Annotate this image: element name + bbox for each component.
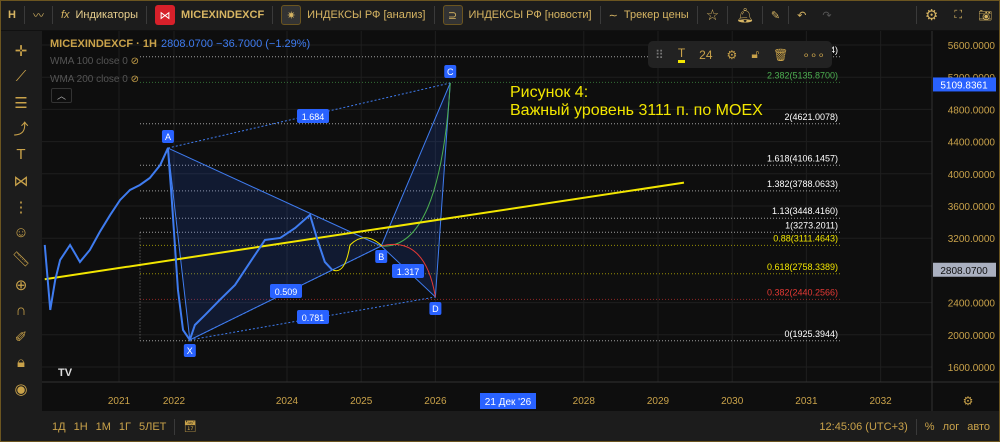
eye-off-icon[interactable]: ⊘: [131, 74, 139, 85]
range-1d[interactable]: 1Д: [52, 421, 66, 433]
y-tick-label: 2400.0000: [948, 299, 996, 310]
range-1y[interactable]: 1Г: [119, 421, 131, 433]
drag-handle-icon[interactable]: ⠿: [655, 48, 664, 62]
crosshair-price-tag: 5109.8361: [940, 80, 988, 91]
ratio-label: 0.781: [302, 313, 325, 323]
pattern-point-C: C: [447, 67, 454, 77]
y-tick-label: 4400.0000: [948, 138, 996, 149]
range-5y[interactable]: 5ЛЕТ: [139, 421, 166, 433]
wma100-indicator[interactable]: WMA 100 close 0 ⊘: [50, 56, 139, 67]
x-tick-label: 2032: [869, 396, 892, 407]
y-tick-label: 1600.0000: [948, 363, 996, 374]
x-tick-label: 2024: [276, 396, 299, 407]
chart-legend: MICEXINDEXCF · 1Н 2808.0700 −36.7000 (−1.…: [50, 38, 310, 50]
pattern-point-A: A: [165, 132, 171, 142]
x-tick-label: 2026: [424, 396, 447, 407]
legend-symbol: MICEXINDEXCF · 1Н: [50, 38, 157, 50]
annotation-line1: Рисунок 4:: [510, 84, 589, 101]
goto-date-icon[interactable]: 📅︎: [183, 420, 197, 433]
tradingview-logo: TV: [58, 367, 73, 379]
y-tick-label: 5600.0000: [948, 41, 996, 52]
fib-level-label: 1.382(3788.0633): [767, 179, 838, 189]
more-icon[interactable]: ∘∘∘: [802, 48, 825, 62]
pattern-point-D: D: [432, 304, 439, 314]
pattern-point-B: B: [378, 252, 384, 262]
y-tick-label: 3600.0000: [948, 202, 996, 213]
wma200-label: WMA 200 close 0: [50, 74, 128, 85]
fib-level-label: 2(4621.0078): [784, 112, 838, 122]
gear-icon[interactable]: ⚙: [727, 48, 738, 62]
x-tick-label: 2029: [647, 396, 670, 407]
fib-level-label: 0.88(3111.4643): [773, 233, 838, 243]
auto-toggle[interactable]: авто: [967, 421, 990, 433]
ratio-label: 0.509: [275, 287, 298, 297]
x-tick-label: 2028: [573, 396, 596, 407]
clock-time[interactable]: 12:45:06 (UTC+3): [819, 421, 907, 433]
fib-level-label: 1.618(4106.1457): [767, 153, 838, 163]
collapse-legend-button[interactable]: ︿: [51, 88, 72, 103]
y-tick-label: 2000.0000: [948, 331, 996, 342]
chart-annotation[interactable]: Рисунок 4: Важный уровень 3111 п. по MOEX: [510, 84, 763, 120]
range-1w[interactable]: 1Н: [74, 421, 88, 433]
support-trendline: [44, 181, 685, 281]
time-cursor-label: 21 Дек '26: [485, 397, 532, 408]
y-tick-label: 3200.0000: [948, 234, 996, 245]
unlock-icon[interactable]: 🔓︎: [751, 47, 759, 62]
fib-level-label: 2.382(5135.8700): [767, 70, 838, 80]
fib-level-label: 0.618(2758.3389): [767, 262, 838, 272]
ratio-label: 1.317: [397, 267, 420, 277]
x-tick-label: 2031: [795, 396, 818, 407]
log-toggle[interactable]: лог: [943, 421, 960, 433]
y-tick-label: 4000.0000: [948, 170, 996, 181]
annotation-line2: Важный уровень 3111 п. по MOEX: [510, 102, 763, 119]
ratio-label: 1.684: [302, 112, 325, 122]
range-1m[interactable]: 1М: [96, 421, 111, 433]
eye-off-icon[interactable]: ⊘: [131, 56, 139, 67]
x-tick-label: 2025: [350, 396, 373, 407]
price-chart: 2021 2022 2024 2025 2026 2028 2029 2030 2031 2032…: [42, 31, 1000, 411]
x-tick-label: 2030: [721, 396, 744, 407]
fib-level-label: 1(3273.2011): [785, 220, 838, 230]
x-tick-label: 2022: [163, 396, 186, 407]
text-drawing-toolbar: ⠿ T 24 ⚙ 🔓︎ 🗑︎ ∘∘∘: [648, 41, 832, 68]
last-price-tag: 2808.0700: [940, 266, 988, 277]
fib-level-label: 1.13(3448.4160): [772, 206, 838, 216]
fib-level-label: 0.382(2440.2566): [767, 287, 838, 297]
fib-level-label: 0(1925.3944): [784, 329, 838, 339]
font-size-button[interactable]: 24: [699, 48, 712, 62]
legend-values: 2808.0700 −36.7000 (−1.29%): [160, 38, 311, 50]
percent-toggle[interactable]: %: [925, 421, 935, 433]
text-color-icon[interactable]: T: [677, 46, 686, 63]
x-tick-label: 2021: [108, 396, 131, 407]
pattern-point-X: X: [187, 346, 193, 356]
y-tick-label: 4800.0000: [948, 105, 996, 116]
trash-icon[interactable]: 🗑︎: [773, 48, 788, 62]
wma100-label: WMA 100 close 0: [50, 56, 128, 67]
wma200-indicator[interactable]: WMA 200 close 0 ⊘: [50, 74, 139, 85]
axis-settings-icon: ⚙: [963, 394, 974, 408]
bottom-toolbar: 1Д 1Н 1М 1Г 5ЛЕТ 📅︎ 12:45:06 (UTC+3) % л…: [42, 411, 1000, 442]
